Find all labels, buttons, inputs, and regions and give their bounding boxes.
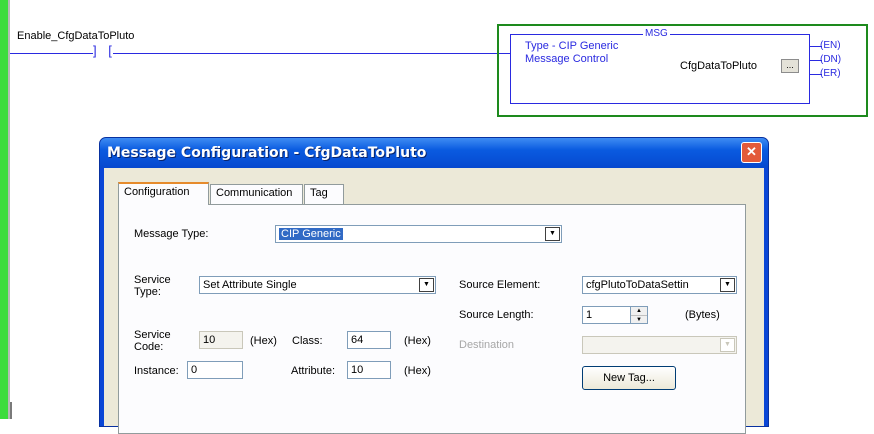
source-length-value: 1: [586, 309, 593, 321]
source-element-value: cfgPlutoToDataSettin: [586, 279, 689, 291]
service-type-label-line2: Type:: [134, 286, 161, 298]
service-type-label-line1: Service: [134, 274, 171, 286]
destination-select[interactable]: ▼: [582, 336, 737, 354]
msg-config-ellipsis-button[interactable]: ...: [781, 59, 799, 73]
message-type-value: CIP Generic: [279, 228, 343, 240]
left-power-rail: [0, 0, 8, 419]
configuration-panel: Message Type: CIP Generic ▼ Service Type…: [118, 204, 746, 434]
attribute-field[interactable]: 10: [347, 361, 391, 379]
service-code-label-line1: Service: [134, 329, 171, 341]
service-code-label-line2: Code:: [134, 341, 164, 353]
xic-contact[interactable]: ] [: [93, 43, 116, 58]
message-configuration-dialog: Message Configuration - CfgDataToPluto ✕…: [99, 137, 769, 434]
tab-tag[interactable]: Tag: [304, 184, 344, 204]
service-code-label: Service Code:: [134, 329, 171, 353]
close-button[interactable]: ✕: [741, 142, 762, 163]
er-output: (ER): [820, 68, 841, 79]
close-icon: ✕: [746, 144, 757, 159]
service-type-select[interactable]: Set Attribute Single ▼: [199, 276, 436, 294]
chevron-down-icon: ▼: [720, 338, 735, 352]
spin-up-icon[interactable]: ▲: [631, 307, 647, 316]
spin-down-icon[interactable]: ▼: [631, 316, 647, 323]
dialog-titlebar[interactable]: Message Configuration - CfgDataToPluto ✕: [100, 138, 768, 168]
tab-communication[interactable]: Communication: [210, 184, 303, 204]
class-field[interactable]: 64: [347, 331, 391, 349]
msg-block-title: MSG: [643, 28, 670, 39]
dialog-client-area: Configuration Communication Tag Message …: [104, 168, 764, 434]
message-type-select[interactable]: CIP Generic ▼: [275, 225, 562, 243]
instance-label: Instance:: [134, 365, 179, 377]
service-type-value: Set Attribute Single: [203, 279, 297, 291]
chevron-down-icon[interactable]: ▼: [720, 278, 735, 292]
class-hex-label: (Hex): [404, 335, 431, 347]
service-code-hex-label: (Hex): [250, 335, 277, 347]
tab-configuration[interactable]: Configuration: [118, 182, 209, 205]
dialog-title: Message Configuration - CfgDataToPluto: [107, 145, 427, 161]
contact-tag-label[interactable]: Enable_CfgDataToPluto: [17, 30, 134, 42]
attribute-label: Attribute:: [291, 365, 336, 377]
service-code-field[interactable]: 10: [199, 331, 243, 349]
en-output: (EN): [820, 40, 841, 51]
msg-control-tag[interactable]: CfgDataToPluto: [680, 60, 757, 72]
left-rail-shadow: [8, 0, 10, 419]
source-length-label: Source Length:: [459, 309, 534, 321]
rung-wire-left: [10, 53, 93, 54]
dn-output: (DN): [820, 54, 842, 65]
service-type-label: Service Type:: [134, 274, 171, 298]
chevron-down-icon[interactable]: ▼: [545, 227, 560, 241]
attribute-hex-label: (Hex): [404, 365, 431, 377]
msg-block-type: Type - CIP Generic Message Control: [525, 40, 618, 66]
msg-type-line: Type - CIP Generic: [525, 40, 619, 52]
destination-label: Destination: [459, 339, 515, 351]
message-type-label: Message Type:: [134, 228, 209, 240]
new-tag-button[interactable]: New Tag...: [582, 366, 676, 390]
msg-control-line: Message Control: [525, 53, 609, 65]
source-element-label: Source Element:: [459, 279, 541, 291]
source-element-select[interactable]: cfgPlutoToDataSettin ▼: [582, 276, 737, 294]
chevron-down-icon[interactable]: ▼: [419, 278, 434, 292]
rung-wire-middle: [113, 53, 510, 54]
bytes-label: (Bytes): [685, 309, 720, 321]
source-length-stepper[interactable]: 1 ▲ ▼: [582, 306, 648, 324]
class-label: Class:: [292, 335, 323, 347]
instance-field[interactable]: 0: [187, 361, 243, 379]
spin-buttons[interactable]: ▲ ▼: [630, 307, 647, 323]
rail-tick: [10, 402, 12, 419]
